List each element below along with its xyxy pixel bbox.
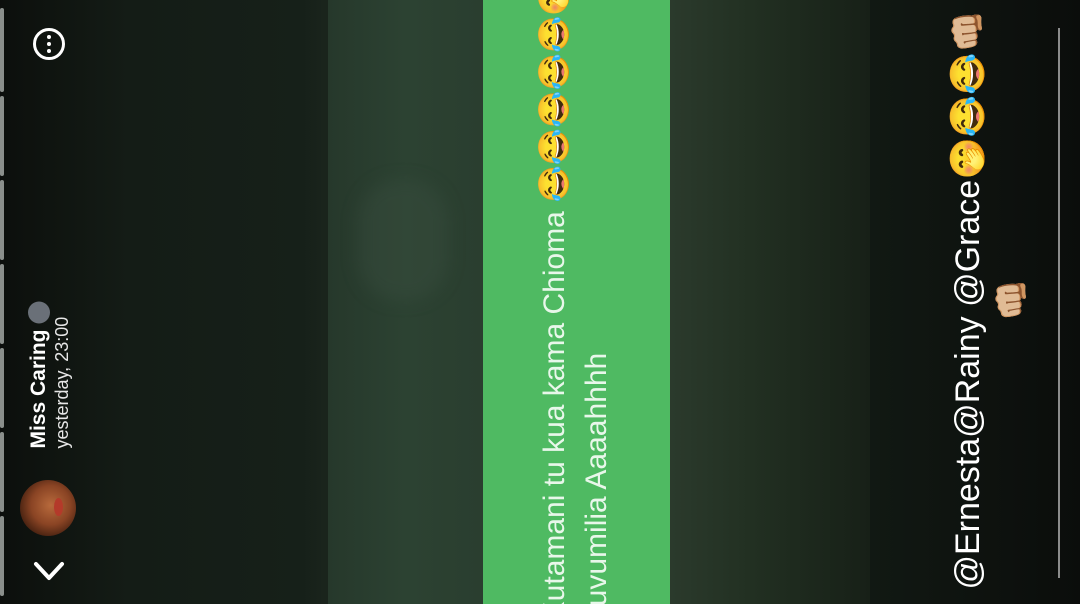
status-media-right-band <box>670 0 870 604</box>
more-options-button[interactable] <box>33 28 65 60</box>
more-options-icon <box>47 35 51 39</box>
avatar[interactable] <box>20 480 76 536</box>
caption-scrollbar[interactable] <box>1058 28 1060 578</box>
status-viewer: Miss Caring yesterday, 23:00 Kutamani tu… <box>0 0 1080 604</box>
progress-segment <box>0 264 4 344</box>
message-line-1: Kutamani tu kua kama Chioma 😂😂😂😂😂🤭 <box>538 0 571 604</box>
progress-segment <box>0 348 4 428</box>
status-media-dark-band <box>328 0 483 604</box>
status-caption: @Ernesta@Rainy @Grace🤭😂😂👊🏼 👊🏼 <box>940 10 1040 590</box>
status-timestamp: yesterday, 23:00 <box>52 316 72 449</box>
progress-segment <box>0 432 4 512</box>
mini-avatar-icon <box>28 301 50 324</box>
caption-line-2: 👊🏼 <box>993 278 1031 322</box>
progress-segment <box>0 180 4 260</box>
message-text: Kutamani tu kua kama Chioma 😂😂😂😂😂🤭 kuvum… <box>534 0 618 604</box>
caption-line-1: @Ernesta@Rainy @Grace🤭😂😂👊🏼 <box>949 10 987 590</box>
status-header[interactable]: Miss Caring yesterday, 23:00 <box>20 290 80 460</box>
media-blur <box>358 180 448 300</box>
user-name: Miss Caring <box>27 301 51 449</box>
status-progress-bar <box>0 0 6 604</box>
message-line-2: kuvumilia Aaaahhhh <box>580 352 613 604</box>
progress-segment <box>0 96 4 176</box>
more-options-icon-dot <box>47 49 51 53</box>
progress-segment <box>0 8 4 92</box>
progress-segment <box>0 516 4 596</box>
chevron-down-icon[interactable] <box>32 556 66 586</box>
avatar-photo-detail <box>54 498 63 516</box>
status-media-message-bubble: Kutamani tu kua kama Chioma 😂😂😂😂😂🤭 kuvum… <box>483 0 670 604</box>
user-name-text: Miss Caring <box>27 329 50 449</box>
more-options-icon-dot <box>47 42 51 46</box>
